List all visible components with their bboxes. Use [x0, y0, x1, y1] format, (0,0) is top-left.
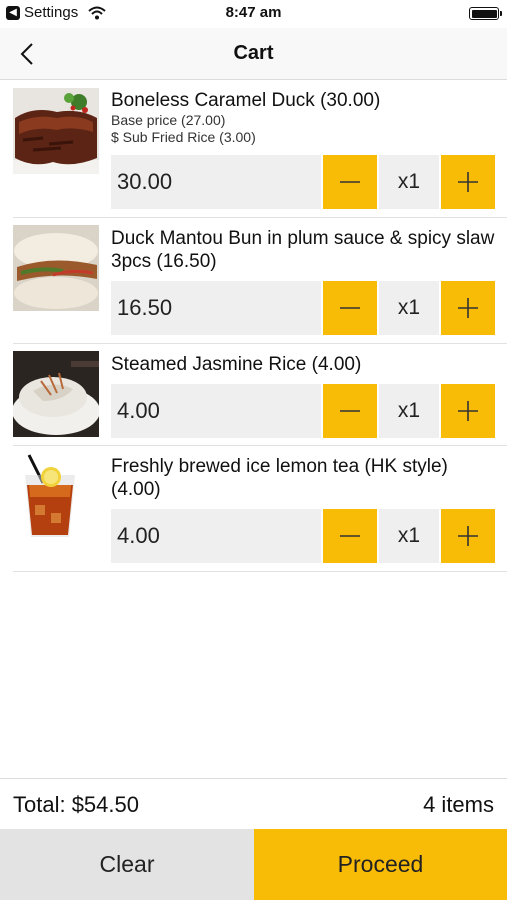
item-name: Boneless Caramel Duck (30.00) [111, 90, 381, 111]
item-option: Base price (27.00) [111, 112, 226, 128]
plus-icon [458, 172, 478, 192]
increase-quantity-button[interactable] [441, 384, 495, 438]
plus-icon [458, 526, 478, 546]
nav-bar: Cart [0, 28, 507, 80]
jasmine-rice-photo [13, 351, 99, 437]
decrease-quantity-button[interactable] [323, 509, 377, 563]
item-price-field: 4.00 [111, 509, 321, 563]
cart-item: Freshly brewed ice lemon tea (HK style) … [13, 446, 507, 572]
cart-item-count: 4 items [423, 792, 494, 817]
mantou-bun-photo [13, 225, 99, 311]
increase-quantity-button[interactable] [441, 509, 495, 563]
status-time: 8:47 am [225, 4, 282, 21]
lemon-tea-photo [13, 453, 99, 539]
cart-item: Duck Mantou Bun in plum sauce & spicy sl… [13, 218, 507, 344]
decrease-quantity-button[interactable] [323, 155, 377, 209]
increase-quantity-button[interactable] [441, 155, 495, 209]
battery-icon [469, 7, 502, 20]
item-price-field: 30.00 [111, 155, 321, 209]
minus-icon [340, 410, 360, 412]
decrease-quantity-button[interactable] [323, 281, 377, 335]
proceed-button[interactable]: Proceed [254, 829, 507, 900]
plus-icon [458, 401, 478, 421]
cart-total: Total: $54.50 [13, 792, 139, 817]
item-name: Duck Mantou Bun in plum sauce & spicy sl… [111, 228, 495, 272]
item-name: Steamed Jasmine Rice (4.00) [111, 354, 362, 375]
quantity-display: x1 [379, 509, 439, 563]
item-price-field: 4.00 [111, 384, 321, 438]
roast-duck-photo [13, 88, 99, 174]
quantity-display: x1 [379, 281, 439, 335]
cart-item: Boneless Caramel Duck (30.00) Base price… [13, 80, 507, 218]
minus-icon [340, 181, 360, 183]
clear-cart-button[interactable]: Clear [0, 829, 254, 900]
increase-quantity-button[interactable] [441, 281, 495, 335]
plus-icon [458, 298, 478, 318]
item-price-field: 16.50 [111, 281, 321, 335]
cart-item: Steamed Jasmine Rice (4.00) 4.00 x1 [13, 344, 507, 446]
status-bar: ◀ Settings 8:47 am [0, 0, 507, 28]
minus-icon [340, 307, 360, 309]
item-name: Freshly brewed ice lemon tea (HK style) … [111, 456, 448, 500]
decrease-quantity-button[interactable] [323, 384, 377, 438]
minus-icon [340, 535, 360, 537]
quantity-display: x1 [379, 155, 439, 209]
cart-summary: Total: $54.50 4 items [0, 778, 507, 829]
page-title: Cart [233, 42, 274, 64]
quantity-display: x1 [379, 384, 439, 438]
item-option: $ Sub Fried Rice (3.00) [111, 129, 256, 145]
